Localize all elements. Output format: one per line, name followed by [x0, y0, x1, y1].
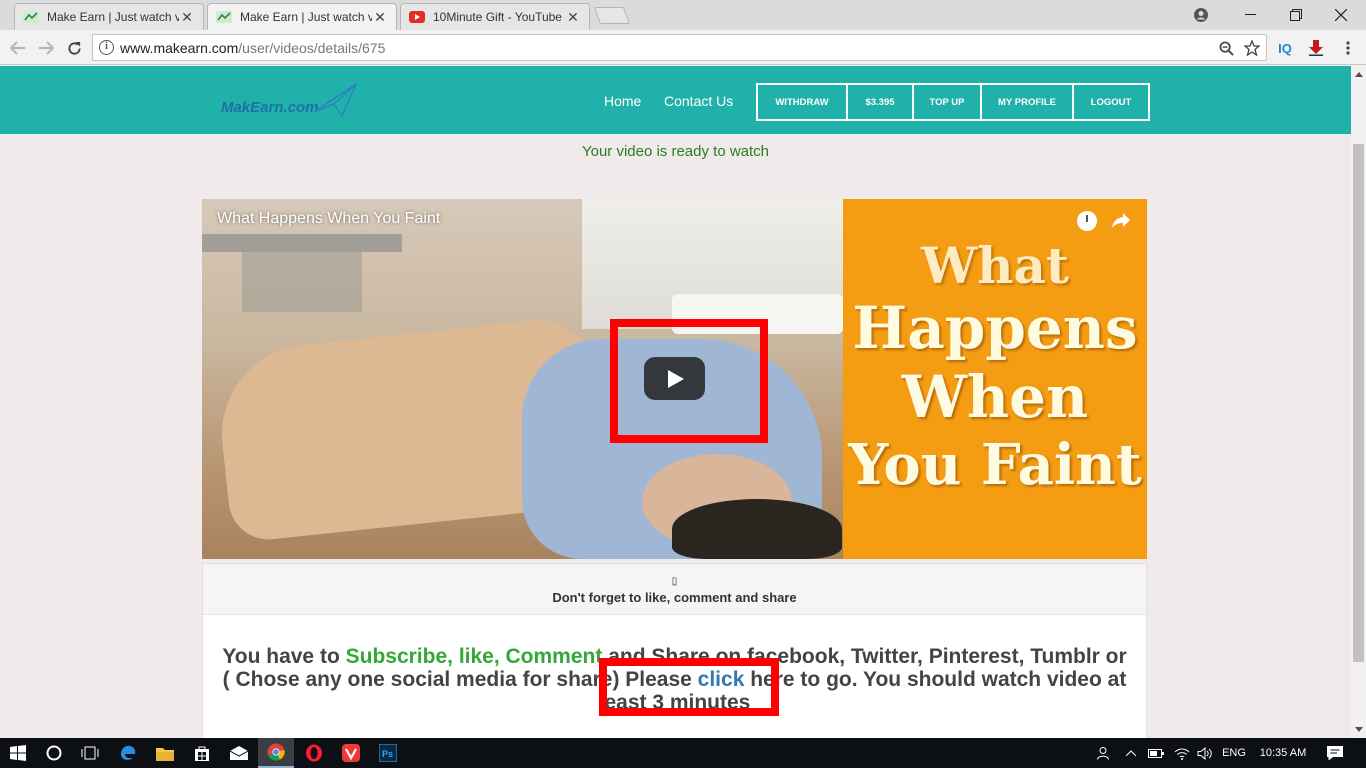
- close-window-button[interactable]: [1318, 0, 1364, 30]
- withdraw-button[interactable]: WITHDRAW: [758, 85, 848, 119]
- restore-button[interactable]: [1273, 0, 1319, 30]
- tab-title: Make Earn | Just watch vi: [240, 10, 372, 24]
- browser-tab-strip: Make Earn | Just watch vi ✕ Make Earn | …: [0, 0, 1366, 30]
- nav-home-link[interactable]: Home: [604, 93, 641, 109]
- site-info-icon[interactable]: i: [99, 40, 114, 55]
- task-view-icon[interactable]: [72, 738, 108, 768]
- highlight-box-link: [599, 658, 779, 716]
- thumbnail-line-3: When: [901, 362, 1089, 431]
- thumbnail-hair: [672, 499, 842, 559]
- instruction-highlight: Subscribe, like, Comment: [345, 645, 603, 668]
- makeearn-favicon-icon: [216, 9, 232, 25]
- address-bar[interactable]: i www.makearn.com/user/videos/details/67…: [92, 34, 1267, 61]
- chrome-icon[interactable]: [258, 738, 294, 768]
- instruction-text-1: You have to: [222, 645, 346, 668]
- people-icon[interactable]: [1092, 738, 1114, 768]
- card-note: Don't forget to like, comment and share: [552, 590, 797, 605]
- thumbnail-text-panel: What Happens When You Faint: [843, 199, 1147, 559]
- close-icon[interactable]: ✕: [179, 9, 195, 26]
- makeearn-favicon-icon: [23, 9, 39, 25]
- zoom-icon[interactable]: [1217, 39, 1235, 57]
- card-header-icon: ▯: [671, 576, 678, 587]
- page-scrollbar[interactable]: [1351, 66, 1366, 738]
- account-button-group: WITHDRAW $3.395 TOP UP MY PROFILE LOGOUT: [756, 83, 1150, 121]
- photoshop-icon[interactable]: Ps: [370, 738, 406, 768]
- tab-title: 10Minute Gift - YouTube: [433, 10, 562, 24]
- language-indicator[interactable]: ENG: [1218, 738, 1250, 768]
- browser-toolbar: i www.makearn.com/user/videos/details/67…: [0, 30, 1366, 65]
- site-logo[interactable]: MakEarn.com: [221, 99, 319, 116]
- my-profile-button[interactable]: MY PROFILE: [982, 85, 1074, 119]
- wifi-icon[interactable]: [1172, 738, 1192, 768]
- thumbnail-line-1: What: [921, 235, 1069, 295]
- scrollbar-thumb[interactable]: [1353, 144, 1364, 662]
- scroll-down-arrow-icon[interactable]: [1355, 727, 1363, 732]
- top-up-button[interactable]: TOP UP: [914, 85, 982, 119]
- forward-arrow-icon[interactable]: [35, 37, 57, 59]
- logout-button[interactable]: LOGOUT: [1074, 85, 1148, 119]
- svg-text:Ps: Ps: [382, 749, 393, 759]
- close-icon[interactable]: ✕: [372, 9, 388, 26]
- download-icon[interactable]: [1307, 39, 1325, 57]
- thumbnail-table-base: [242, 252, 362, 312]
- thumbnail-line-4: You Faint: [848, 432, 1142, 499]
- chevron-up-icon[interactable]: [1122, 738, 1140, 768]
- reload-icon[interactable]: [63, 37, 85, 59]
- menu-icon[interactable]: [1339, 39, 1357, 57]
- watch-later-icon[interactable]: [1077, 211, 1097, 231]
- thumbnail-table: [202, 234, 402, 252]
- thumbnail-line-2: Happens: [852, 293, 1138, 362]
- instruction-card: ▯ Don't forget to like, comment and shar…: [202, 563, 1147, 743]
- action-center-icon[interactable]: [1320, 738, 1350, 768]
- browser-tab-3[interactable]: 10Minute Gift - YouTube ✕: [400, 3, 590, 30]
- windows-start-icon[interactable]: [0, 738, 36, 768]
- cortana-search-icon[interactable]: [36, 738, 72, 768]
- browser-tab-2[interactable]: Make Earn | Just watch vi ✕: [207, 3, 397, 30]
- minimize-button[interactable]: [1227, 0, 1273, 30]
- bookmark-star-icon[interactable]: [1243, 39, 1261, 57]
- share-icon[interactable]: [1110, 209, 1132, 231]
- logo-wing-icon: [313, 82, 358, 118]
- youtube-favicon-icon: [409, 9, 425, 25]
- tab-title: Make Earn | Just watch vi: [47, 10, 179, 24]
- video-title[interactable]: What Happens When You Faint: [217, 210, 440, 228]
- edge-browser-icon[interactable]: [110, 738, 146, 768]
- iq-extension-icon[interactable]: IQ: [1276, 39, 1294, 57]
- card-header: ▯ Don't forget to like, comment and shar…: [203, 564, 1146, 615]
- balance-button[interactable]: $3.395: [848, 85, 914, 119]
- url-text: www.makearn.com/user/videos/details/675: [120, 40, 385, 56]
- nav-contact-link[interactable]: Contact Us: [664, 93, 733, 109]
- scroll-up-arrow-icon[interactable]: [1355, 72, 1363, 77]
- back-arrow-icon[interactable]: [7, 37, 29, 59]
- mail-icon[interactable]: [221, 738, 257, 768]
- close-icon[interactable]: ✕: [565, 9, 581, 26]
- store-icon[interactable]: [184, 738, 220, 768]
- battery-icon[interactable]: [1146, 738, 1166, 768]
- browser-tab-1[interactable]: Make Earn | Just watch vi ✕: [14, 3, 204, 30]
- volume-icon[interactable]: [1195, 738, 1215, 768]
- opera-icon[interactable]: [296, 738, 332, 768]
- ready-message: Your video is ready to watch: [581, 143, 770, 160]
- file-explorer-icon[interactable]: [147, 738, 183, 768]
- url-host: www.makearn.com: [120, 40, 239, 56]
- url-path: /user/videos/details/675: [238, 40, 386, 56]
- windows-taskbar: Ps ENG 10:35 AM: [0, 738, 1366, 768]
- vivaldi-icon[interactable]: [333, 738, 369, 768]
- clock[interactable]: 10:35 AM: [1254, 738, 1312, 768]
- user-profile-icon[interactable]: [1178, 0, 1224, 30]
- new-tab-button[interactable]: [593, 7, 631, 24]
- highlight-box-play: [610, 319, 768, 443]
